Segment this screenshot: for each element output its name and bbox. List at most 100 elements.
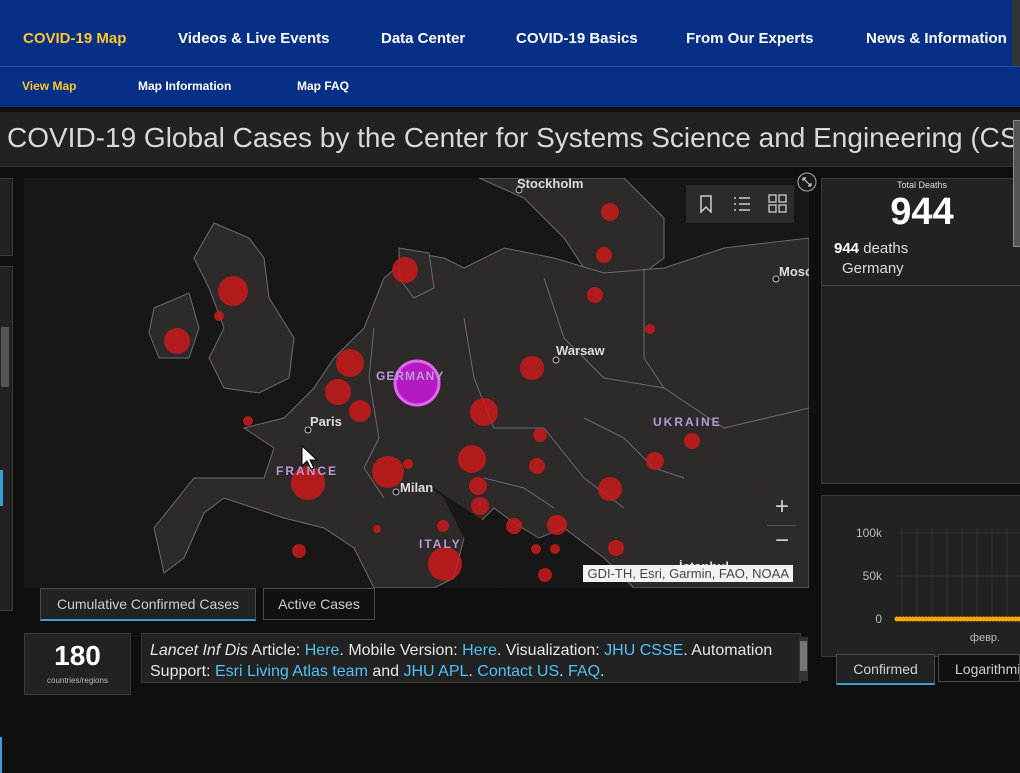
nav-covid-map[interactable]: COVID-19 Map: [23, 30, 126, 47]
bubble: [373, 525, 381, 533]
bubble: [292, 544, 306, 558]
land-britain: [194, 223, 294, 393]
dot-milan: [393, 489, 399, 495]
left-panel-selected-indicator: [0, 470, 3, 506]
map-canvas[interactable]: Stockholm Mosc Warsaw GERMANY UKRAINE Pa…: [24, 178, 809, 588]
label-germany: GERMANY: [376, 369, 444, 383]
left-panel-active-marker: [0, 737, 2, 773]
bubble: [684, 433, 700, 449]
zoom-in-button[interactable]: +: [763, 491, 801, 525]
left-panel-top: [0, 178, 13, 256]
legend-list-icon[interactable]: [733, 195, 751, 213]
bookmark-icon[interactable]: [699, 195, 713, 213]
deaths-detail-country: Germany: [842, 260, 904, 277]
bubble: [325, 379, 351, 405]
bubble: [601, 203, 619, 221]
bubble: [349, 400, 371, 422]
countries-count: 180: [25, 640, 130, 672]
info-text-part: .: [468, 663, 477, 680]
link-jhu-apl[interactable]: JHU APL: [403, 663, 468, 680]
chart-panel: 100k 50k 0 февр.: [821, 495, 1020, 657]
info-text-part: .: [600, 663, 604, 680]
dashboard-header: COVID-19 Global Cases by the Center for …: [0, 112, 1020, 167]
nav-videos-live-events[interactable]: Videos & Live Events: [178, 30, 329, 47]
bubble: [437, 520, 449, 532]
map-attribution: GDI-TH, Esri, Garmin, FAO, NOAA: [583, 565, 793, 582]
bubble: [529, 458, 545, 474]
label-italy: ITALY: [419, 537, 462, 551]
zoom-out-button[interactable]: −: [763, 525, 801, 559]
info-journal: Lancet Inf Dis: [150, 642, 248, 659]
deaths-label: Total Deaths: [822, 180, 1020, 190]
nav-covid-basics[interactable]: COVID-19 Basics: [516, 30, 638, 47]
right-edge-thumbnail: [1013, 120, 1020, 247]
deaths-detail-unit: deaths: [863, 240, 908, 257]
top-navigation: COVID-19 Map Videos & Live Events Data C…: [0, 0, 1020, 66]
bubble: [596, 247, 612, 263]
bubble: [218, 276, 248, 306]
info-text-part: . Automation: [683, 642, 772, 659]
info-scrollbar-thumb[interactable]: [800, 641, 807, 671]
info-text-part: . Mobile Version:: [339, 642, 462, 659]
chart-xtick-label: февр.: [970, 632, 1000, 644]
label-moscow: Mosc: [779, 264, 809, 279]
info-scrollbar[interactable]: [799, 637, 808, 681]
bubble: [520, 356, 544, 380]
bubble: [646, 452, 664, 470]
info-text: Lancet Inf Dis Article: Here. Mobile Ver…: [150, 640, 800, 682]
link-faq[interactable]: FAQ: [568, 663, 600, 680]
zoom-controls: + −: [763, 491, 801, 559]
bubble: [506, 518, 522, 534]
label-paris: Paris: [310, 414, 342, 429]
chart-ytick-label: 100k: [856, 526, 883, 540]
chart-ytick-label: 0: [875, 612, 882, 626]
bubble: [214, 311, 224, 321]
bubble: [403, 459, 413, 469]
deaths-total: 944: [822, 191, 1020, 234]
chart-ytick-label: 50k: [863, 569, 883, 583]
subnav-map-faq[interactable]: Map FAQ: [297, 79, 349, 93]
bubble: [547, 515, 567, 535]
info-text-part: and: [368, 663, 404, 680]
scrollbar-thumb[interactable]: [1, 327, 9, 387]
link-article[interactable]: Here: [305, 642, 340, 659]
right-edge-overlay: [1012, 0, 1020, 66]
tab-confirmed[interactable]: Confirmed: [836, 654, 935, 685]
nav-from-our-experts[interactable]: From Our Experts: [686, 30, 814, 47]
tab-active-cases[interactable]: Active Cases: [263, 588, 375, 620]
info-text-part: Article:: [248, 642, 305, 659]
link-esri-living-atlas[interactable]: Esri Living Atlas team: [215, 663, 368, 680]
label-france: FRANCE: [276, 464, 338, 478]
sub-navigation: View Map Map Information Map FAQ: [0, 66, 1020, 107]
subnav-view-map[interactable]: View Map: [22, 79, 76, 93]
label-stockholm: Stockholm: [517, 178, 583, 191]
basemap-gallery-icon[interactable]: [768, 194, 788, 214]
nav-news-information[interactable]: News & Information: [866, 30, 1007, 47]
nav-data-center[interactable]: Data Center: [381, 30, 465, 47]
map-view[interactable]: Stockholm Mosc Warsaw GERMANY UKRAINE Pa…: [24, 178, 809, 588]
tab-cumulative-confirmed[interactable]: Cumulative Confirmed Cases: [40, 588, 256, 621]
link-mobile-version[interactable]: Here: [462, 642, 497, 659]
bubble: [538, 568, 552, 582]
bubble: [598, 477, 622, 501]
bubble: [587, 287, 603, 303]
bubble: [458, 445, 486, 473]
expand-icon[interactable]: [797, 172, 817, 192]
link-contact-us[interactable]: Contact US: [477, 663, 559, 680]
cases-chart: 100k 50k 0 февр.: [822, 496, 1020, 656]
bubble: [471, 497, 489, 515]
bubble: [531, 544, 541, 554]
bubble: [550, 544, 560, 554]
info-bar: Lancet Inf Dis Article: Here. Mobile Ver…: [141, 633, 801, 683]
bubble: [336, 349, 364, 377]
bubble: [469, 477, 487, 495]
dashboard-title: COVID-19 Global Cases by the Center for …: [7, 122, 1020, 154]
tab-logarithmic[interactable]: Logarithmic: [938, 654, 1020, 682]
bubble: [243, 416, 253, 426]
label-milan: Milan: [400, 480, 433, 495]
subnav-map-information[interactable]: Map Information: [138, 79, 231, 93]
bubble: [608, 540, 624, 556]
link-jhu-csse[interactable]: JHU CSSE: [604, 642, 683, 659]
left-panel-list[interactable]: [0, 266, 13, 611]
bubble: [533, 428, 547, 442]
